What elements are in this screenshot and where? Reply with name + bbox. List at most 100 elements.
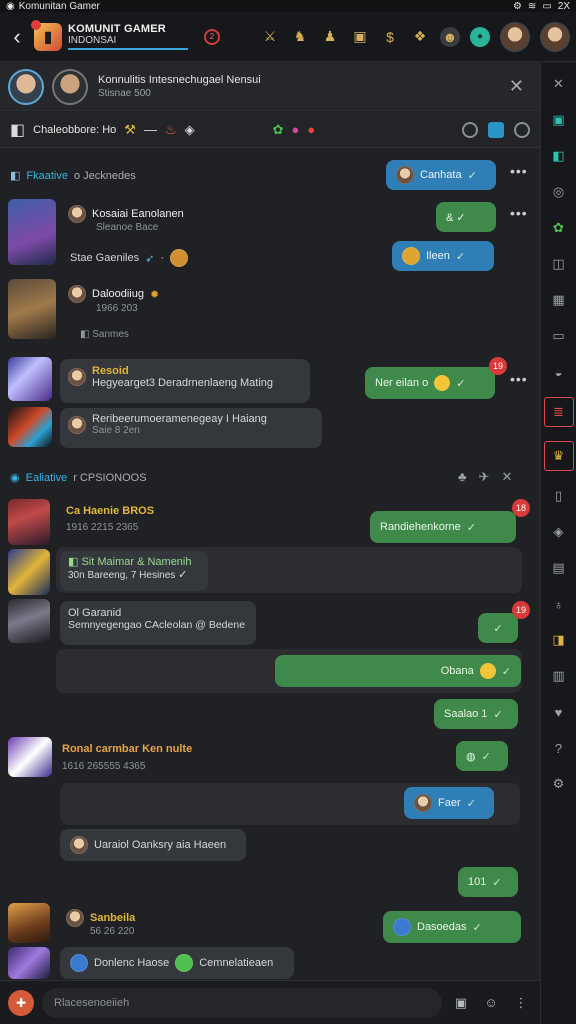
bird-icon[interactable]: ✈	[479, 469, 490, 485]
outgoing-message[interactable]: Faer ✓	[404, 787, 494, 819]
globe-icon: ◉	[10, 472, 20, 484]
check-icon: ✓	[501, 665, 511, 678]
avatar[interactable]	[52, 68, 88, 105]
more-icon[interactable]: •••	[510, 205, 528, 221]
settings-icon[interactable]: ⚙	[548, 773, 570, 795]
game-thumbnail[interactable]	[8, 499, 50, 545]
shield-icon[interactable]: ◈	[548, 521, 570, 543]
more-icon[interactable]: •••	[510, 371, 528, 387]
outgoing-message[interactable]: Dasoedas ✓	[383, 911, 521, 943]
close-icon[interactable]: ✕	[548, 73, 570, 95]
game-thumbnail[interactable]	[8, 599, 50, 643]
back-button[interactable]: ‹	[6, 24, 28, 49]
status-dot-icon[interactable]: ●	[470, 26, 490, 47]
message-text: Semnyegengao CAcleolan @ Bedene	[68, 619, 246, 631]
controller-icon[interactable]: ◒	[548, 361, 570, 383]
game-thumbnail[interactable]	[8, 407, 52, 447]
game-thumbnail[interactable]	[8, 549, 50, 595]
app-logo: ▮	[31, 19, 62, 51]
outgoing-message[interactable]: Canhata ✓	[386, 160, 496, 190]
heart-icon[interactable]: ♥	[548, 701, 570, 723]
list-icon[interactable]: ≣	[543, 397, 574, 427]
save-icon[interactable]: ▤	[548, 557, 570, 579]
shield-icon[interactable]: ◈	[185, 122, 195, 138]
more-icon[interactable]: •••	[510, 163, 528, 179]
outgoing-message[interactable]: ✓	[478, 613, 518, 643]
chat-area[interactable]: ◧ Fkaative o Jecknedes Canhata ✓ ••• Kosa…	[0, 149, 540, 979]
attach-icon[interactable]: ✚	[8, 989, 34, 1016]
incoming-message[interactable]: Uaraiol Oanksry aia Haeen	[60, 829, 246, 861]
layout-icon[interactable]: ▥	[548, 665, 570, 687]
profile-avatar[interactable]	[540, 21, 570, 52]
fire-icon[interactable]: ♨	[165, 122, 177, 138]
figure-icon[interactable]: ♟	[320, 27, 340, 47]
close-button[interactable]: ✕	[509, 76, 524, 97]
message-icon[interactable]: ◧	[548, 145, 570, 167]
help-icon[interactable]: ?	[548, 737, 570, 759]
emoji-icon[interactable]: ☺	[480, 992, 502, 1014]
message-icon[interactable]	[488, 121, 504, 138]
dash-icon[interactable]: —	[144, 122, 157, 137]
outgoing-message[interactable]: Ner eilan o ✓	[365, 367, 495, 399]
leaf-icon[interactable]: ✿	[273, 122, 284, 138]
smile-icon[interactable]	[514, 121, 530, 138]
incoming-message[interactable]: Ol Garanid Semnyegengao CAcleolan @ Bede…	[60, 601, 256, 645]
outgoing-message[interactable]: ◍ ✓	[456, 741, 508, 771]
avatar[interactable]	[8, 68, 44, 105]
chat-header-subtitle: Stisnae 500	[98, 88, 151, 99]
gamepad-icon[interactable]: ◫	[548, 253, 570, 275]
avatar	[396, 166, 414, 184]
section-rest: r CPSIONOOS	[73, 471, 147, 484]
game-thumbnail[interactable]	[8, 279, 56, 339]
book-icon[interactable]: ▯	[548, 485, 570, 507]
incoming-message[interactable]: Donlenc Haose Cemnelatieaen	[60, 947, 294, 979]
incoming-message[interactable]: ◧ Sit Maimar & Namenih 30n Bareeng, 7 He…	[60, 551, 208, 591]
cup-icon[interactable]: ♁	[548, 593, 570, 615]
trophy-icon[interactable]: ♛	[543, 441, 574, 471]
grid-icon[interactable]: ▦	[548, 289, 570, 311]
message-line: Stae Gaeniles ➶ ·	[70, 249, 188, 267]
outgoing-message[interactable]: Obana ✓	[275, 655, 521, 687]
chat-icon[interactable]: ▣	[548, 109, 570, 131]
chest-icon[interactable]: ▣	[350, 27, 370, 47]
game-thumbnail[interactable]	[8, 199, 56, 265]
notification-dot	[31, 19, 41, 30]
outgoing-message[interactable]: & ✓	[436, 202, 496, 232]
message-text: Stae Gaeniles	[70, 252, 140, 264]
game-thumbnail[interactable]	[8, 903, 50, 943]
game-thumbnail[interactable]	[8, 357, 52, 401]
outgoing-message[interactable]: Randiehenkorne ✓	[370, 511, 516, 543]
notification-badge[interactable]: 2	[204, 28, 220, 45]
leaf-icon[interactable]: ✿	[548, 217, 570, 239]
game-thumbnail[interactable]	[8, 947, 50, 979]
clock-icon[interactable]	[462, 121, 478, 138]
message-text: Hegyearget3 Deradrnenlaeng Mating	[92, 377, 274, 389]
outgoing-message[interactable]: Saalao 1 ✓	[434, 699, 518, 729]
game-thumbnail[interactable]	[8, 737, 52, 777]
bookmark-icon[interactable]: ◨	[548, 629, 570, 651]
dollar-icon[interactable]: $	[380, 27, 400, 47]
message-subtitle: 30n Bareeng, 7 Hesines	[68, 570, 176, 581]
more-vertical-icon[interactable]: ⋮	[510, 992, 532, 1014]
window-icon[interactable]: ▭	[548, 325, 570, 347]
outgoing-message[interactable]: Ileen ✓	[392, 241, 494, 271]
message-input[interactable]: Rlacesenoeiieh	[42, 987, 442, 1018]
message-text: Donlenc Haose	[94, 957, 170, 969]
pickaxe-icon[interactable]: ⚒	[124, 122, 136, 138]
gem-icon[interactable]: ●	[292, 122, 300, 137]
incoming-message[interactable]: Reribeerumoeramenegeay I Haiang Saie 8 2…	[60, 408, 322, 448]
game-icon[interactable]: ♣	[458, 469, 467, 485]
compass-icon[interactable]: ◎	[548, 181, 570, 203]
orb-icon[interactable]: ●	[307, 122, 315, 137]
incoming-message[interactable]: Resoid Hegyearget3 Deradrnenlaeng Mating	[60, 359, 310, 403]
user-avatar[interactable]	[500, 21, 530, 52]
dragon-icon[interactable]: ❖	[410, 27, 430, 47]
outgoing-message[interactable]: 101 ✓	[458, 867, 518, 897]
unicorn-icon[interactable]: ♞	[290, 27, 310, 47]
message-text: 30n Bareeng, 7 Hesines ✓	[68, 568, 200, 581]
warrior-avatar[interactable]: ☻	[440, 26, 460, 47]
channel-title[interactable]: KOMUNIT GAMER INDONSAI	[68, 23, 198, 50]
sticker-icon[interactable]: ▣	[450, 992, 472, 1014]
pin-icon[interactable]: ✕	[501, 469, 512, 485]
sword-icon[interactable]: ⚔	[260, 27, 280, 47]
